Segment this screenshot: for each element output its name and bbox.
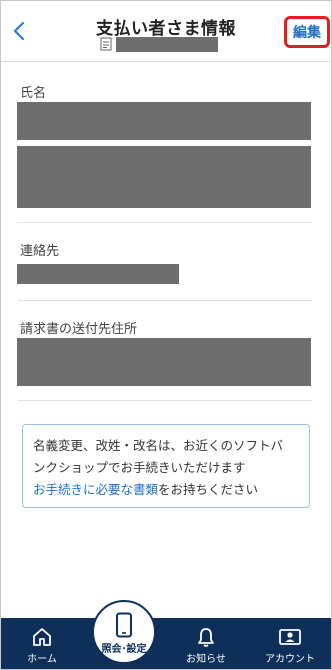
account-card-icon xyxy=(279,629,301,645)
redacted-name-line1 xyxy=(17,102,311,140)
tab-home-label: ホーム xyxy=(27,654,57,665)
notice-suffix: をお持ちください xyxy=(158,482,259,497)
bell-icon xyxy=(198,628,214,647)
divider xyxy=(18,222,312,223)
redacted-name-line2 xyxy=(17,146,311,208)
main-content: 氏名 連絡先 請求書の送付先住所 名義変更、改姓・改名は、お近くのソフトバ ンク… xyxy=(0,62,332,618)
notice-line-1: 名義変更、改姓・改名は、お近くのソフトバ xyxy=(33,438,284,453)
contact-label: 連絡先 xyxy=(20,244,60,259)
tab-settings-label: 照会･設定 xyxy=(101,644,147,655)
tab-account-label: アカウント xyxy=(265,654,315,665)
subtitle-row xyxy=(100,36,218,52)
divider xyxy=(18,300,312,301)
document-icon xyxy=(100,37,112,51)
redacted-subtitle xyxy=(116,36,218,52)
required-documents-link[interactable]: お手続きに必要な書類 xyxy=(33,482,158,497)
smartphone-icon xyxy=(116,612,132,638)
billing-address-label: 請求書の送付先住所 xyxy=(20,322,138,337)
tab-notifications-label: お知らせ xyxy=(186,654,226,665)
notice-line-3: お手続きに必要な書類をお持ちください xyxy=(33,479,299,501)
edit-button[interactable]: 編集 xyxy=(284,16,330,48)
notice-box: 名義変更、改姓・改名は、お近くのソフトバ ンクショップでお手続きいただけます お… xyxy=(22,424,310,508)
tab-notifications[interactable]: お知らせ xyxy=(176,618,236,670)
redacted-contact xyxy=(17,264,179,284)
tab-home[interactable]: ホーム xyxy=(12,618,72,670)
divider xyxy=(18,400,312,401)
tab-account[interactable]: アカウント xyxy=(260,618,320,670)
tab-settings[interactable]: 照会･設定 xyxy=(92,600,156,664)
redacted-address xyxy=(17,338,311,386)
bottom-tab-bar: ホーム お知らせ アカウント xyxy=(0,618,332,670)
name-label: 氏名 xyxy=(20,86,47,101)
notice-line-2: ンクショップでお手続きいただけます xyxy=(33,460,246,475)
header: 支払い者さま情報 編集 xyxy=(0,0,332,62)
home-icon xyxy=(33,628,51,646)
